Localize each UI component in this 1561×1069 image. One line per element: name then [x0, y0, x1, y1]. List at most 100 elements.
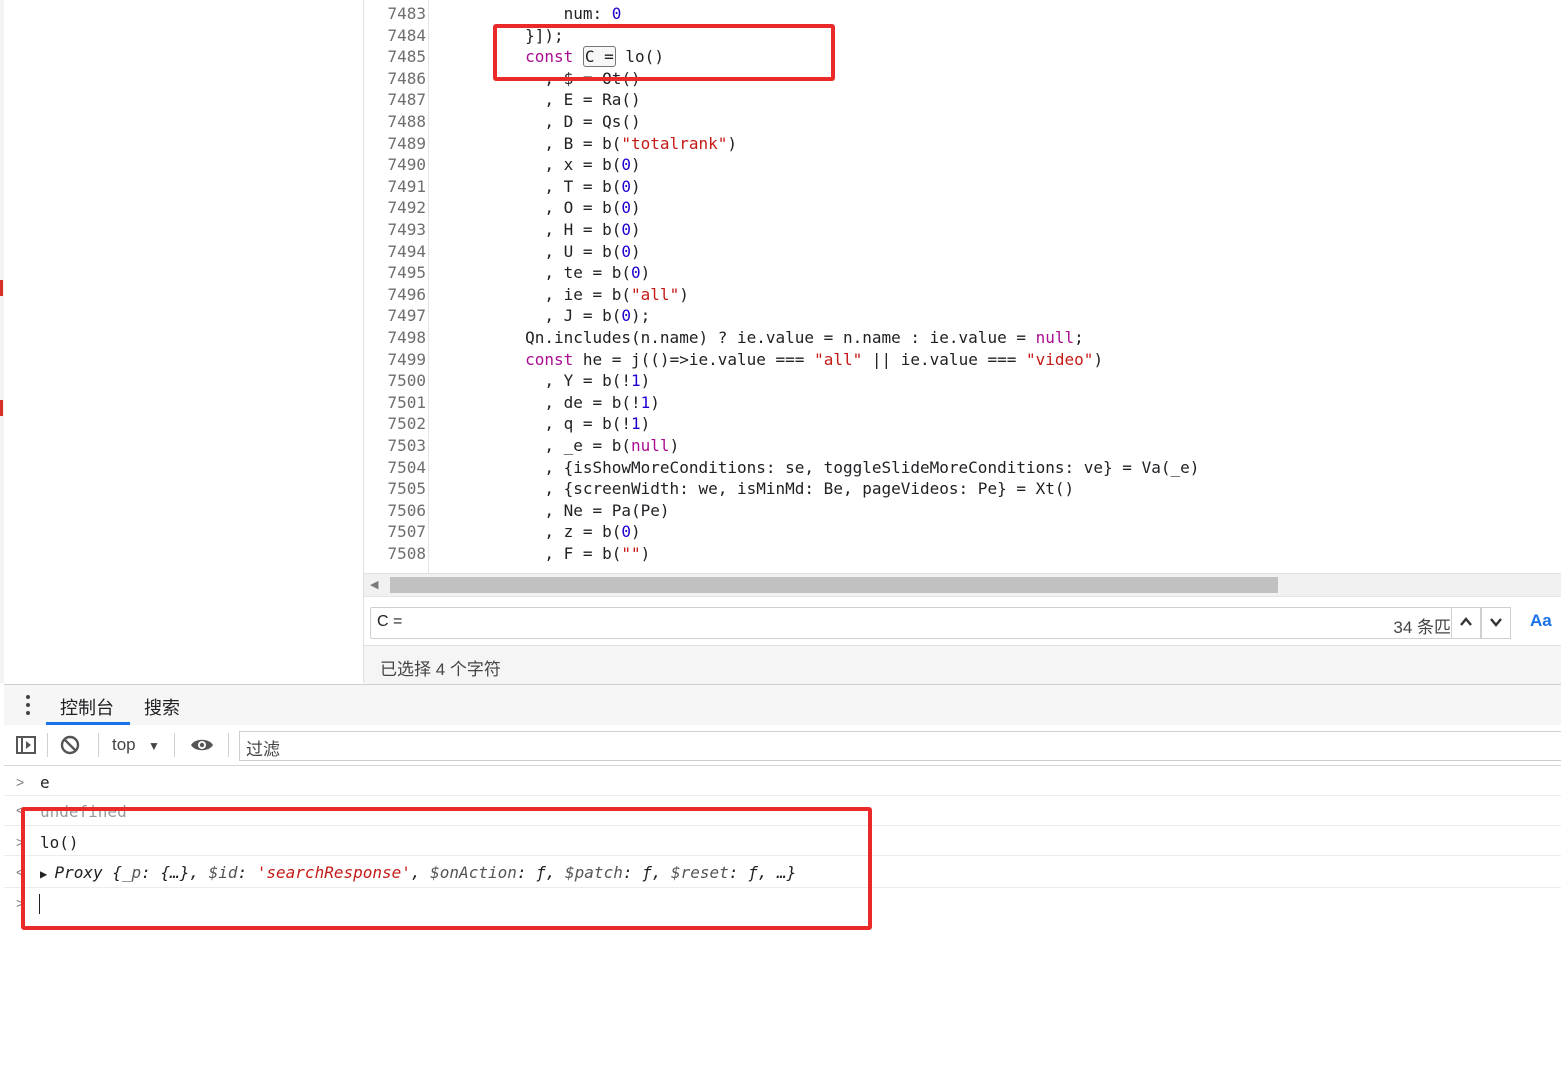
line-number[interactable]: 7483 [364, 3, 426, 25]
code-token: ) [640, 544, 651, 563]
line-number[interactable]: 7493 [364, 219, 426, 241]
code-token: 0 [621, 306, 632, 326]
code-token: , de = b(! [448, 392, 641, 412]
code-token: 0 [621, 220, 632, 239]
dropdown-arrow-icon[interactable]: ▼ [148, 739, 160, 753]
code-token: "all" [631, 284, 680, 304]
scrollbar-thumb[interactable] [390, 577, 1278, 593]
code-text: , J = b(0); [448, 305, 650, 327]
line-number[interactable]: 7495 [364, 262, 426, 284]
more-tabs-icon[interactable] [24, 695, 32, 715]
code-token: ) [640, 371, 651, 391]
annotation-box-console [21, 807, 872, 930]
code-text: num: 0 [448, 3, 622, 25]
line-number[interactable]: 7487 [364, 89, 426, 111]
code-token: , {isShowMoreConditions: se, toggleSlide… [448, 457, 1200, 477]
code-token: "" [621, 544, 641, 563]
code-text: , F = b("") [448, 543, 650, 565]
code-text: Qn.includes(n.name) ? ie.value = n.name … [448, 327, 1084, 349]
line-number[interactable]: 7486 [364, 68, 426, 90]
clear-console-icon[interactable] [60, 735, 80, 755]
line-number[interactable]: 7502 [364, 413, 426, 435]
code-line: 7500 , Y = b(!1) [364, 370, 1561, 392]
chevron-up-icon [1460, 617, 1472, 626]
line-number[interactable]: 7504 [364, 457, 426, 479]
tab-search[interactable]: 搜索 [144, 694, 180, 720]
code-token: , _e = b( [448, 436, 632, 455]
code-text: , B = b("totalrank") [448, 133, 737, 155]
line-number[interactable]: 7503 [364, 435, 426, 457]
code-token: , ie = b( [448, 284, 632, 304]
toolbar-divider [98, 733, 99, 757]
line-number[interactable]: 7498 [364, 327, 426, 349]
line-number[interactable]: 7508 [364, 543, 426, 565]
tab-console[interactable]: 控制台 [60, 694, 114, 720]
line-number[interactable]: 7488 [364, 111, 426, 133]
code-text: , z = b(0) [448, 521, 640, 543]
annotation-box-code [493, 24, 835, 81]
code-token: ); [631, 306, 651, 326]
horizontal-scrollbar[interactable]: ◀ [364, 573, 1561, 596]
left-sidebar-panel [0, 0, 364, 683]
toolbar-divider [174, 733, 175, 757]
edge-marker [0, 280, 3, 296]
code-line: 7499 const he = j(()=>ie.value === "all"… [364, 349, 1561, 371]
live-expression-eye-icon[interactable] [190, 737, 214, 753]
code-token: null [1035, 328, 1075, 347]
code-token: 0 [621, 522, 632, 542]
line-number[interactable]: 7505 [364, 478, 426, 500]
scroll-left-arrow-icon[interactable]: ◀ [370, 578, 378, 591]
line-number[interactable]: 7494 [364, 241, 426, 263]
code-token: ) [669, 436, 680, 455]
line-number[interactable]: 7497 [364, 305, 426, 327]
code-token: 0 [621, 198, 632, 218]
code-token: , z = b( [448, 522, 622, 542]
code-token: ) [631, 241, 641, 261]
find-bar: C = 34 条匹配结果 Aa [364, 596, 1561, 645]
code-text: , de = b(!1) [448, 392, 660, 414]
line-number[interactable]: 7499 [364, 349, 426, 371]
code-line: 7507 , z = b(0) [364, 521, 1561, 543]
code-token: "video" [1026, 349, 1094, 369]
code-token: , te = b( [448, 263, 632, 283]
line-number[interactable]: 7506 [364, 500, 426, 522]
line-number[interactable]: 7496 [364, 284, 426, 306]
console-entry-text: e [40, 773, 50, 792]
code-token: , J = b( [448, 306, 622, 326]
context-selector[interactable]: top [112, 735, 136, 755]
line-number[interactable]: 7507 [364, 521, 426, 543]
filter-input[interactable]: 过滤 [239, 731, 1561, 761]
code-line: 7497 , J = b(0); [364, 305, 1561, 327]
line-number[interactable]: 7485 [364, 46, 426, 68]
code-token: , E = Ra() [448, 90, 641, 110]
code-token: 1 [631, 371, 641, 391]
editor-status-bar: 已选择 4 个字符 [364, 645, 1561, 684]
console-toolbar: top ▼ 过滤 [4, 725, 1561, 766]
code-token: he = j(()=>ie.value === [573, 349, 815, 369]
find-input[interactable]: C = 34 条匹配结果 [370, 607, 1511, 639]
line-number[interactable]: 7501 [364, 392, 426, 414]
code-text: , Ne = Pa(Pe) [448, 500, 669, 522]
code-line: 7494 , U = b(0) [364, 241, 1561, 263]
next-match-button[interactable] [1481, 607, 1511, 639]
code-line: 7489 , B = b("totalrank") [364, 133, 1561, 155]
line-number[interactable]: 7484 [364, 25, 426, 47]
code-line: 7487 , E = Ra() [364, 89, 1561, 111]
previous-match-button[interactable] [1451, 607, 1481, 639]
code-token: , Y = b(! [448, 371, 632, 391]
line-number[interactable]: 7490 [364, 154, 426, 176]
show-sidebar-icon[interactable] [16, 736, 36, 754]
code-text: , O = b(0) [448, 197, 640, 219]
line-number[interactable]: 7491 [364, 176, 426, 198]
code-editor[interactable]: 7483 num: 0 7484 }]); 7485 const C = lo() 7… [364, 0, 1561, 573]
code-text: , q = b(!1) [448, 413, 650, 435]
code-text: , T = b(0) [448, 176, 640, 198]
code-token: , q = b(! [448, 414, 632, 434]
code-token: , x = b( [448, 155, 622, 175]
match-case-button[interactable]: Aa [1530, 611, 1552, 631]
line-number[interactable]: 7492 [364, 197, 426, 219]
line-number[interactable]: 7500 [364, 370, 426, 392]
code-text: , x = b(0) [448, 154, 640, 176]
line-number[interactable]: 7489 [364, 133, 426, 155]
code-line: 7498 Qn.includes(n.name) ? ie.value = n.… [364, 327, 1561, 349]
